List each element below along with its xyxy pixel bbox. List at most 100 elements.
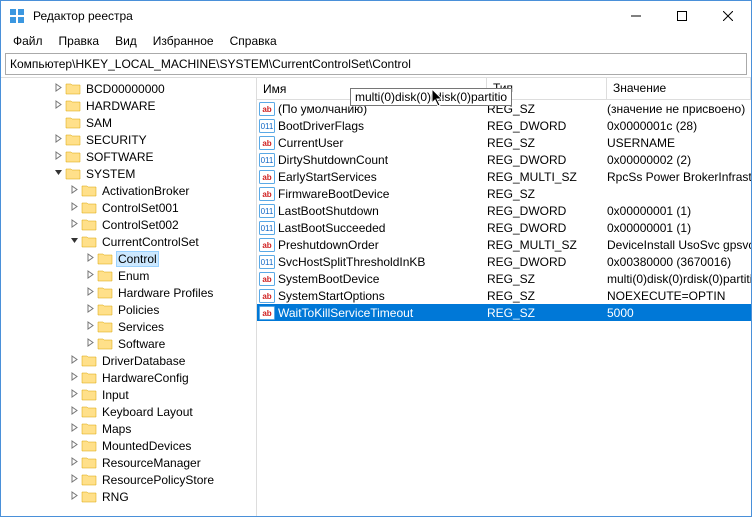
- tree-item[interactable]: SOFTWARE: [3, 148, 256, 165]
- value-row[interactable]: 011BootDriverFlagsREG_DWORD0x0000001c (2…: [257, 117, 751, 134]
- chevron-right-icon[interactable]: [67, 185, 81, 197]
- values-pane: Имя Тип Значение multi(0)disk(0)rdisk(0)…: [257, 78, 751, 516]
- tree-item[interactable]: DriverDatabase: [3, 352, 256, 369]
- value-data: 5000: [607, 306, 751, 320]
- tree-item[interactable]: HARDWARE: [3, 97, 256, 114]
- tree-item-label: SECURITY: [84, 133, 149, 147]
- tree-item-label: Control: [116, 251, 159, 267]
- value-type: REG_SZ: [487, 187, 607, 201]
- folder-icon: [65, 149, 81, 165]
- chevron-right-icon[interactable]: [51, 151, 65, 163]
- tree-item[interactable]: Policies: [3, 301, 256, 318]
- tree-item[interactable]: CurrentControlSet: [3, 233, 256, 250]
- chevron-right-icon[interactable]: [67, 389, 81, 401]
- tree-item[interactable]: SAM: [3, 114, 256, 131]
- chevron-right-icon[interactable]: [67, 355, 81, 367]
- menu-file[interactable]: Файл: [5, 32, 51, 50]
- tree-item[interactable]: HardwareConfig: [3, 369, 256, 386]
- tree-item[interactable]: ControlSet002: [3, 216, 256, 233]
- binary-value-icon: 011: [259, 254, 275, 270]
- address-bar[interactable]: Компьютер\HKEY_LOCAL_MACHINE\SYSTEM\Curr…: [5, 53, 747, 75]
- value-row[interactable]: abPreshutdownOrderREG_MULTI_SZDeviceInst…: [257, 236, 751, 253]
- tree-item[interactable]: Input: [3, 386, 256, 403]
- value-row[interactable]: abEarlyStartServicesREG_MULTI_SZRpcSs Po…: [257, 168, 751, 185]
- chevron-right-icon[interactable]: [51, 83, 65, 95]
- string-value-icon: ab: [259, 186, 275, 202]
- tree-item[interactable]: BCD00000000: [3, 80, 256, 97]
- chevron-down-icon[interactable]: [67, 236, 81, 248]
- value-type: REG_MULTI_SZ: [487, 238, 607, 252]
- value-data: (значение не присвоено): [607, 102, 751, 116]
- minimize-button[interactable]: [613, 1, 659, 31]
- chevron-right-icon[interactable]: [67, 219, 81, 231]
- tree-item-label: ResourcePolicyStore: [100, 473, 216, 487]
- chevron-right-icon[interactable]: [67, 457, 81, 469]
- value-row[interactable]: 011LastBootSucceededREG_DWORD0x00000001 …: [257, 219, 751, 236]
- chevron-right-icon[interactable]: [67, 491, 81, 503]
- tree-item-label: Software: [116, 337, 167, 351]
- chevron-right-icon[interactable]: [51, 134, 65, 146]
- menu-view[interactable]: Вид: [107, 32, 145, 50]
- folder-icon: [81, 217, 97, 233]
- maximize-button[interactable]: [659, 1, 705, 31]
- tree-item-label: HardwareConfig: [100, 371, 191, 385]
- tree-item-label: Input: [100, 388, 131, 402]
- value-row[interactable]: 011DirtyShutdownCountREG_DWORD0x00000002…: [257, 151, 751, 168]
- close-button[interactable]: [705, 1, 751, 31]
- chevron-right-icon[interactable]: [83, 321, 97, 333]
- chevron-right-icon[interactable]: [83, 270, 97, 282]
- tree-item[interactable]: Control: [3, 250, 256, 267]
- chevron-right-icon[interactable]: [51, 100, 65, 112]
- value-row[interactable]: abCurrentUserREG_SZUSERNAME: [257, 134, 751, 151]
- tree-item[interactable]: ActivationBroker: [3, 182, 256, 199]
- tree-item-label: Policies: [116, 303, 161, 317]
- value-name: CurrentUser: [278, 136, 343, 150]
- tree-item-label: SAM: [84, 116, 114, 130]
- tree-item[interactable]: MountedDevices: [3, 437, 256, 454]
- tree-item[interactable]: RNG: [3, 488, 256, 505]
- menu-favorites[interactable]: Избранное: [145, 32, 222, 50]
- app-icon: [9, 8, 25, 24]
- tree-item[interactable]: Maps: [3, 420, 256, 437]
- chevron-down-icon[interactable]: [51, 168, 65, 180]
- tree-item[interactable]: SECURITY: [3, 131, 256, 148]
- value-row[interactable]: 011LastBootShutdownREG_DWORD0x00000001 (…: [257, 202, 751, 219]
- value-row[interactable]: abSystemBootDeviceREG_SZmulti(0)disk(0)r…: [257, 270, 751, 287]
- svg-text:ab: ab: [262, 105, 271, 114]
- value-row[interactable]: abFirmwareBootDevice REG_SZ: [257, 185, 751, 202]
- tree-item[interactable]: ResourcePolicyStore: [3, 471, 256, 488]
- value-row[interactable]: abWaitToKillServiceTimeoutREG_SZ5000: [257, 304, 751, 321]
- tree-pane[interactable]: BCD00000000HARDWARE SAM SECURITY SOFTWARESY…: [1, 78, 257, 516]
- folder-icon: [65, 115, 81, 131]
- tree-item[interactable]: ResourceManager: [3, 454, 256, 471]
- chevron-right-icon[interactable]: [83, 287, 97, 299]
- folder-icon: [81, 183, 97, 199]
- chevron-right-icon[interactable]: [67, 406, 81, 418]
- tree-item[interactable]: Hardware Profiles: [3, 284, 256, 301]
- chevron-right-icon[interactable]: [83, 304, 97, 316]
- value-row[interactable]: 011SvcHostSplitThresholdInKBREG_DWORD0x0…: [257, 253, 751, 270]
- tree-item[interactable]: Services: [3, 318, 256, 335]
- tree-item[interactable]: SYSTEM: [3, 165, 256, 182]
- chevron-right-icon[interactable]: [67, 423, 81, 435]
- menu-edit[interactable]: Правка: [51, 32, 108, 50]
- value-row[interactable]: abSystemStartOptionsREG_SZ NOEXECUTE=OPT…: [257, 287, 751, 304]
- chevron-right-icon[interactable]: [83, 253, 97, 265]
- tree-item-label: BCD00000000: [84, 82, 167, 96]
- tree-item[interactable]: Keyboard Layout: [3, 403, 256, 420]
- chevron-right-icon[interactable]: [67, 202, 81, 214]
- tree-item-label: SOFTWARE: [84, 150, 156, 164]
- chevron-right-icon[interactable]: [83, 338, 97, 350]
- tree-item[interactable]: Enum: [3, 267, 256, 284]
- string-value-icon: ab: [259, 288, 275, 304]
- col-header-data[interactable]: Значение: [607, 78, 751, 99]
- value-name: BootDriverFlags: [278, 119, 364, 133]
- value-name: FirmwareBootDevice: [278, 187, 389, 201]
- values-list[interactable]: multi(0)disk(0)rdisk(0)partitio ab(По ум…: [257, 100, 751, 516]
- tree-item[interactable]: Software: [3, 335, 256, 352]
- menu-help[interactable]: Справка: [222, 32, 285, 50]
- chevron-right-icon[interactable]: [67, 474, 81, 486]
- chevron-right-icon[interactable]: [67, 372, 81, 384]
- tree-item[interactable]: ControlSet001: [3, 199, 256, 216]
- chevron-right-icon[interactable]: [67, 440, 81, 452]
